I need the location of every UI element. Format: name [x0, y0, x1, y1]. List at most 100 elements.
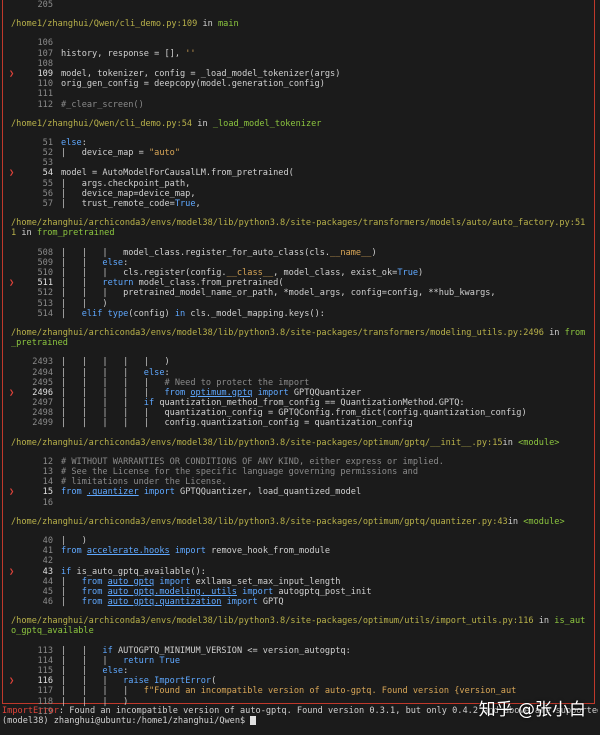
code-line: 108: [3, 59, 594, 69]
line-number: 110: [37, 79, 53, 90]
current-line-arrow-icon: [9, 408, 17, 418]
code-text: │ from auto_gptq.modeling._utils import …: [53, 587, 372, 597]
current-line-arrow-icon: [9, 100, 17, 110]
code-token: │ device_map =: [61, 148, 149, 159]
frame-file: __init__.py: [430, 437, 488, 448]
code-token: import: [226, 597, 258, 608]
code-token: │ device_map=device_map,: [61, 188, 196, 199]
current-line-arrow-icon: [9, 546, 17, 556]
code-token: :: [81, 137, 87, 148]
frame-file: auto_factory.py: [492, 218, 570, 229]
line-number: 41: [42, 546, 53, 557]
code-token: auto_gptq.quantization: [107, 597, 222, 608]
line-number: 12: [42, 456, 53, 467]
frame-gap: [3, 448, 594, 457]
current-line-arrow-icon: ❯: [9, 387, 15, 398]
code-token: else: [143, 367, 165, 378]
line-number: 113: [37, 645, 53, 656]
line-number: 108: [37, 58, 53, 69]
code-line: 2493 │ │ │ │ │ ): [3, 357, 594, 367]
code-line: ❯ 54 model = AutoModelForCausalLM.from_pre…: [3, 168, 594, 178]
code-token: quantization_method_from_config == Quant…: [154, 398, 465, 409]
code-line: 41 from accelerate.hooks import remove_ho…: [3, 546, 594, 556]
code-token: if: [102, 645, 113, 656]
code-token: from: [81, 597, 103, 608]
code-text: # See the License for the specific langu…: [53, 467, 418, 477]
code-token: import: [174, 546, 206, 557]
code-text: │ device_map = "auto": [53, 148, 180, 158]
code-line: 205: [3, 0, 594, 10]
line-number: 16: [42, 497, 53, 508]
frame-in: in: [197, 19, 218, 30]
frame-function: <module>: [518, 437, 560, 448]
code-text: │ │ ): [53, 299, 108, 309]
line-number: 2497: [32, 398, 53, 409]
line-number: 45: [42, 586, 53, 597]
code-token: f"Found an incompatible version of auto-…: [143, 686, 517, 697]
code-token: │ args.checkpoint_path,: [61, 178, 191, 189]
code-token: ): [371, 247, 377, 258]
code-text: else:: [53, 138, 87, 148]
current-line-arrow-icon: [9, 89, 17, 99]
line-number: 2494: [32, 367, 53, 378]
code-line: 508 │ │ │ model_class.register_for_auto_c…: [3, 248, 594, 258]
line-number: 2498: [32, 408, 53, 419]
code-line: 111: [3, 89, 594, 99]
code-line: ❯ 15 from .quantizer import GPTQQuantizer,…: [3, 487, 594, 497]
frame-gap: [3, 429, 594, 438]
code-token: │ │ │ │ │ quantization_config = GPTQConf…: [61, 408, 527, 419]
code-token: if: [143, 398, 155, 409]
line-number: 512: [37, 288, 53, 299]
code-text: │ device_map=device_map,: [53, 189, 196, 199]
frame-header: /home/zhanghui/archiconda3/envs/model38/…: [3, 438, 594, 448]
frame-function: main: [217, 19, 239, 30]
code-token: from: [81, 586, 103, 597]
code-line: 51 else:: [3, 138, 594, 148]
frame-in: in: [533, 616, 555, 627]
code-token: orig_gen_config = deepcopy(model.generat…: [61, 79, 325, 90]
code-text: │ │ if AUTOGPTQ_MINIMUM_VERSION <= versi…: [53, 646, 351, 656]
code-line: 509 │ │ else:: [3, 258, 594, 268]
frame-in: in: [502, 437, 519, 448]
code-text: │ │ │ │ else:: [53, 368, 170, 378]
line-number: 509: [37, 257, 53, 268]
line-number: 109: [37, 68, 53, 79]
current-line-arrow-icon: ❯: [9, 168, 15, 179]
current-line-arrow-icon: [9, 0, 17, 10]
line-number: 106: [37, 38, 53, 49]
code-token: │ │ │ cls.register(config.: [61, 267, 227, 278]
code-token: │ │: [61, 645, 103, 656]
line-number: 508: [37, 247, 53, 258]
code-token: │ │ │ │: [61, 686, 144, 697]
current-line-arrow-icon: [9, 666, 17, 676]
code-line: 12 # WITHOUT WARRANTIES OR CONDITIONS OF …: [3, 457, 594, 467]
frame-lineref: :116: [512, 616, 534, 627]
code-token: GPTQ: [257, 597, 284, 608]
code-text: │ │ │ │ │ ): [53, 357, 170, 367]
line-number: 510: [37, 267, 53, 278]
code-text: orig_gen_config = deepcopy(model.generat…: [53, 79, 325, 89]
frame-gap: [3, 508, 594, 517]
code-line: 56 │ device_map=device_map,: [3, 189, 594, 199]
code-token: ,: [195, 199, 201, 209]
current-line-arrow-icon: [9, 248, 17, 258]
code-line: 16: [3, 498, 594, 508]
code-text: #_clear_screen(): [53, 100, 144, 110]
line-number: 112: [37, 99, 53, 110]
code-line: 2494 │ │ │ │ else:: [3, 368, 594, 378]
frame-path: /home/zhanghui/archiconda3/envs/model38/…: [11, 616, 436, 627]
code-text: │ │ │ raise ImportError(: [53, 676, 216, 686]
frame-in: in: [192, 118, 213, 129]
line-number: 54: [42, 168, 53, 179]
code-line: 2495 │ │ │ │ │ # Need to protect the impo…: [3, 378, 594, 388]
code-text: if is_auto_gptq_available():: [53, 567, 206, 577]
line-number: 13: [42, 467, 53, 478]
error-type: ImportError: [2, 706, 59, 716]
frame-in: in: [16, 228, 37, 239]
code-token: auto_gptq.modeling._utils: [107, 586, 237, 597]
code-token: import: [257, 387, 289, 398]
current-line-arrow-icon: [9, 646, 17, 656]
code-line: 112 #_clear_screen(): [3, 100, 594, 110]
